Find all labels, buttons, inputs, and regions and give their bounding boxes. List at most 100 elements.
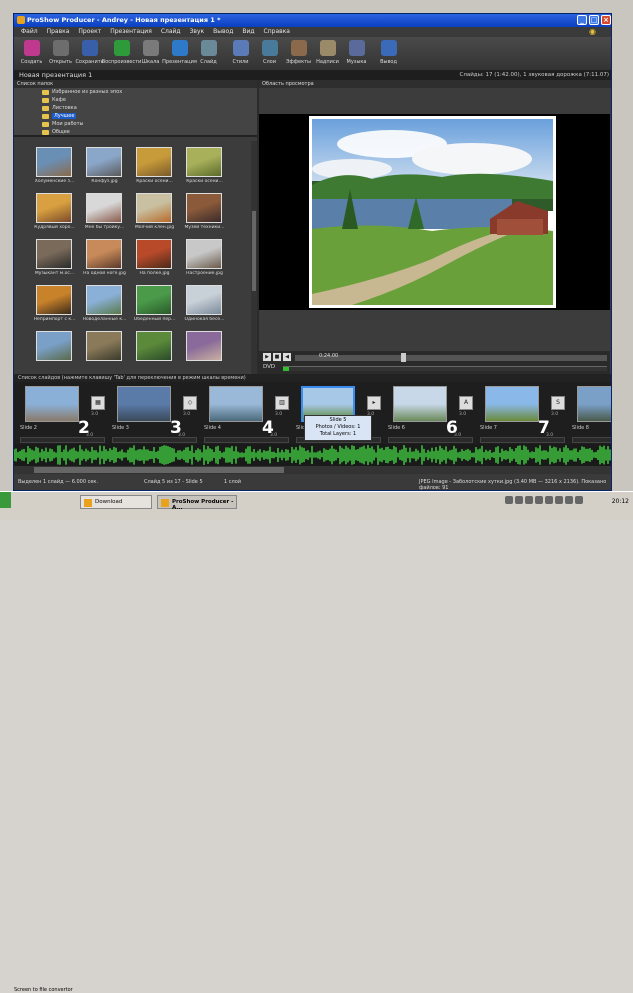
file-thumbnail[interactable]: Настроение.jpg <box>180 237 229 283</box>
folder-list-header: Список папок <box>14 80 257 88</box>
slide-7[interactable]: Slide 7 7 3.0 S 3.0 <box>478 382 570 444</box>
toolbar-button-2[interactable]: Сохранить <box>75 37 104 70</box>
file-thumbnail[interactable]: Краски осени... <box>130 145 179 191</box>
menu-item-4[interactable]: Слайд <box>161 28 181 37</box>
toolbar-button-1[interactable]: Открыть <box>46 37 75 70</box>
slide-4[interactable]: Slide 4 4 3.0 ▥ 3.0 <box>202 382 294 444</box>
file-list-scrollbar[interactable] <box>251 141 257 374</box>
thumbnail-image <box>186 193 222 223</box>
prev-icon[interactable]: ◀ <box>283 353 291 361</box>
file-thumbnail[interactable]: Холуменские з... <box>30 145 79 191</box>
maximize-button[interactable]: □ <box>589 15 599 25</box>
file-thumbnail[interactable] <box>180 329 229 374</box>
scrollbar-thumb[interactable] <box>252 211 256 291</box>
folder-item[interactable]: Общее <box>42 129 70 135</box>
thumbnail-caption: Непримпорт с к... <box>33 317 76 322</box>
toolbar-button-3[interactable]: Воспроизвести <box>102 37 141 70</box>
file-thumbnail[interactable]: На полке.jpg <box>130 237 179 283</box>
file-thumbnail[interactable]: Мне бы тройку... <box>80 191 129 237</box>
file-thumbnail[interactable] <box>30 329 79 374</box>
slide-name: Slide 7 <box>480 425 497 431</box>
menu-item-0[interactable]: Файл <box>21 28 38 37</box>
slide-icon <box>200 40 217 56</box>
menu-item-8[interactable]: Справка <box>264 28 290 37</box>
thumbnail-caption: Одинокая бесе... <box>184 317 225 322</box>
slide-8[interactable]: Slide 88 <box>570 382 611 444</box>
project-bar: Новая презентация 1 Слайды: 17 (1:42.00)… <box>14 70 611 80</box>
file-thumbnail[interactable]: Обеденный пер... <box>130 283 179 329</box>
task-download[interactable]: Download <box>80 495 152 509</box>
menu-item-2[interactable]: Проект <box>78 28 101 37</box>
slide-audio-strip <box>572 437 611 443</box>
toolbar-label: Слайд <box>200 59 217 65</box>
folder-item[interactable]: Лучшее <box>42 113 77 119</box>
toolbar-button-7[interactable]: Стили <box>226 37 255 70</box>
soundtrack-waveform[interactable] <box>14 444 611 466</box>
project-summary: Слайды: 17 (1:42.00), 1 звуковая дорожка… <box>459 72 609 78</box>
dvd-capacity-bar <box>283 366 607 371</box>
menu-item-5[interactable]: Звук <box>190 28 205 37</box>
preview-photo <box>309 116 556 308</box>
start-button[interactable] <box>0 492 11 508</box>
file-thumbnail[interactable] <box>80 329 129 374</box>
folder-item[interactable]: Мои работы <box>42 121 83 127</box>
menu-item-1[interactable]: Правка <box>47 28 70 37</box>
task-proshow[interactable]: ProShow Producer - A... <box>157 495 237 511</box>
slide-3[interactable]: Slide 3 3 3.0 ◇ 3.0 <box>110 382 202 444</box>
close-button[interactable]: × <box>601 15 611 25</box>
folder-item[interactable]: Листовка <box>42 105 77 111</box>
file-thumbnail[interactable]: Кудрявый хоро... <box>30 191 79 237</box>
transition-icon[interactable]: ◇ <box>183 396 197 410</box>
file-thumbnail[interactable]: Конфуз.jpg <box>80 145 129 191</box>
stop-icon[interactable]: ■ <box>273 353 281 361</box>
transition-icon[interactable]: ▥ <box>275 396 289 410</box>
transition-icon[interactable]: A <box>459 396 473 410</box>
toolbar-button-11[interactable]: Музыка <box>342 37 371 70</box>
taskbar: Screen to file convertor Download ProSho… <box>0 491 633 993</box>
toolbar-button-5[interactable]: Презентация <box>162 37 197 70</box>
file-thumbnail[interactable]: На одной ноге.jpg <box>80 237 129 283</box>
file-thumbnail[interactable]: Музыкант м.ос... <box>30 237 79 283</box>
minimize-button[interactable]: _ <box>577 15 587 25</box>
toolbar: Создать Открыть Сохранить Воспроизвести Шкал… <box>14 37 611 70</box>
menu-item-7[interactable]: Вид <box>242 28 254 37</box>
slide-thumbnail <box>393 386 447 422</box>
timecode: 0:24.00 <box>319 353 339 359</box>
preview-timeline[interactable] <box>295 353 607 362</box>
play-icon[interactable]: ▶ <box>263 353 271 361</box>
menu-item-3[interactable]: Презентация <box>110 28 152 37</box>
toolbar-button-0[interactable]: Создать <box>17 37 46 70</box>
toolbar-button-6[interactable]: Слайд <box>194 37 223 70</box>
file-thumbnail[interactable]: Непримпорт с к... <box>30 283 79 329</box>
slide-2[interactable]: Slide 2 2 3.0 ▦ 3.0 <box>18 382 110 444</box>
folder-item[interactable]: Кафе <box>42 97 66 103</box>
file-thumbnail[interactable]: Краски осени... <box>180 145 229 191</box>
file-thumbnail[interactable]: Молчий клен.jpg <box>130 191 179 237</box>
toolbar-button-10[interactable]: Надписи <box>313 37 342 70</box>
file-thumbnail[interactable]: Одинокая бесе... <box>180 283 229 329</box>
thumbnail-image <box>136 193 172 223</box>
menu-item-6[interactable]: Вывод <box>213 28 233 37</box>
transition-icon[interactable]: ▦ <box>91 396 105 410</box>
output-icon <box>380 40 397 56</box>
file-thumbnail[interactable]: Новоделанные к... <box>80 283 129 329</box>
timeline-slider[interactable] <box>401 353 407 362</box>
toolbar-button-12[interactable]: Вывод <box>374 37 403 70</box>
toolbar-button-8[interactable]: Слои <box>255 37 284 70</box>
waveform-graphic <box>14 445 611 465</box>
folder-label: Общее <box>52 129 70 135</box>
toolbar-label: Сохранить <box>75 59 104 65</box>
toolbar-button-9[interactable]: Эффекты <box>284 37 313 70</box>
transition-icon[interactable]: S <box>551 396 565 410</box>
slide-list-scrollbar[interactable] <box>14 466 611 474</box>
scrollbar-thumb[interactable] <box>34 467 284 473</box>
toolbar-button-4[interactable]: Шкала <box>136 37 165 70</box>
thumbnail-image <box>136 285 172 315</box>
slide-thumbnail <box>25 386 79 422</box>
status-selection: Выделен 1 слайд — 6.000 сек. <box>18 479 99 485</box>
folder-item[interactable]: Избранное из разных эпох <box>42 89 122 95</box>
transition-icon[interactable]: ▸ <box>367 396 381 410</box>
file-thumbnail[interactable] <box>130 329 179 374</box>
slide-6[interactable]: Slide 6 6 3.0 A 3.0 <box>386 382 478 444</box>
file-thumbnail[interactable]: Музей техники... <box>180 191 229 237</box>
